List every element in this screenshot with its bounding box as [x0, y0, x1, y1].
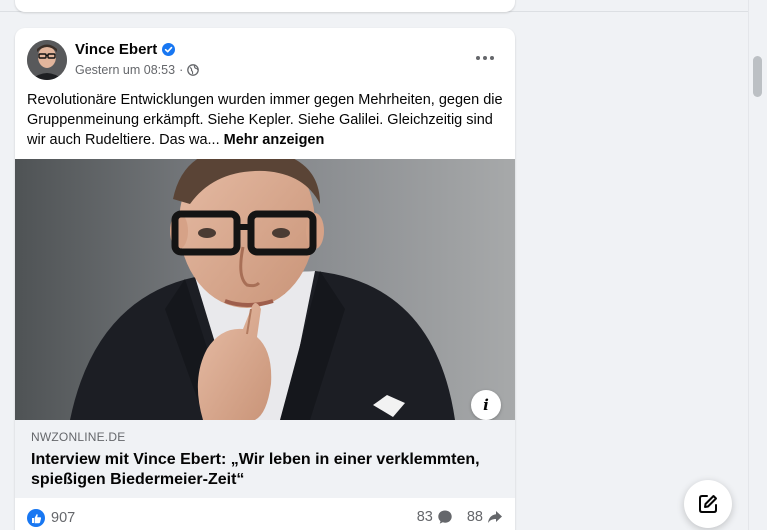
author-avatar[interactable]	[27, 40, 67, 80]
author-line: Vince Ebert	[75, 41, 176, 58]
feed-post: Vince Ebert Gestern um 08:53 · Revolutio…	[15, 28, 515, 530]
comment-count-button[interactable]: 83	[417, 509, 453, 525]
new-message-button[interactable]	[684, 480, 732, 528]
like-count[interactable]: 907	[51, 510, 75, 526]
author-name[interactable]: Vince Ebert	[75, 41, 157, 58]
post-stats: 907 83 88	[15, 498, 515, 530]
page-scrollbar[interactable]	[748, 0, 767, 530]
share-count-button[interactable]: 88	[467, 509, 503, 525]
post-body: Revolutionäre Entwicklungen wurden immer…	[15, 90, 515, 159]
post-image[interactable]: i	[15, 159, 515, 420]
post-timestamp[interactable]: Gestern um 08:53	[75, 63, 175, 77]
post-header: Vince Ebert Gestern um 08:53 ·	[15, 28, 515, 90]
meta-separator: ·	[179, 63, 184, 77]
comment-icon	[438, 510, 452, 524]
more-options-icon[interactable]	[467, 46, 503, 70]
link-title[interactable]: Interview mit Vince Ebert: „Wir leben in…	[31, 450, 499, 490]
verified-badge-icon	[162, 43, 176, 56]
post-meta: Gestern um 08:53 ·	[75, 63, 200, 77]
portrait-photo	[15, 159, 515, 420]
link-preview[interactable]: NWZONLINE.DE Interview mit Vince Ebert: …	[15, 420, 515, 498]
like-reaction-icon[interactable]	[27, 509, 45, 527]
globe-icon[interactable]	[187, 64, 200, 76]
see-more-link[interactable]: Mehr anzeigen	[224, 132, 325, 148]
link-domain: NWZONLINE.DE	[31, 430, 126, 444]
compose-icon	[699, 495, 717, 513]
scrollbar-thumb[interactable]	[753, 56, 762, 97]
comment-count: 83	[416, 509, 433, 525]
share-count: 88	[466, 509, 483, 525]
engagement-counts: 83 88	[403, 509, 503, 525]
share-icon	[488, 511, 502, 523]
previous-post-card	[15, 0, 515, 12]
info-icon[interactable]: i	[471, 390, 501, 420]
avatar-image	[27, 40, 67, 80]
